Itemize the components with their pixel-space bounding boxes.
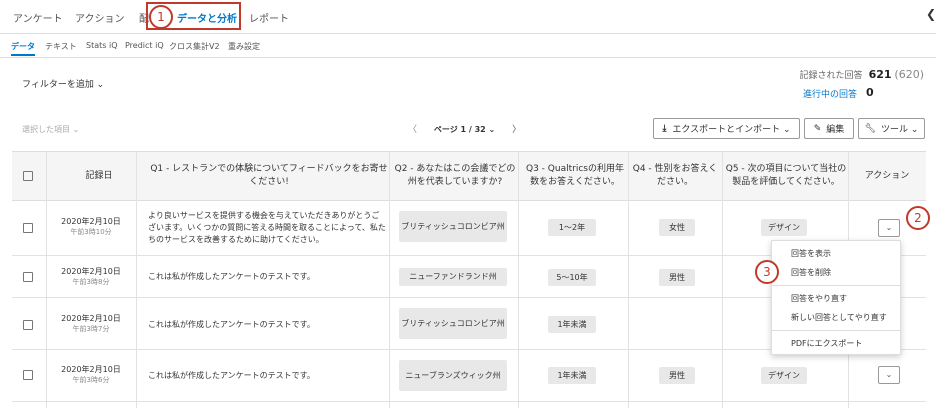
download-icon: ⤓ (662, 123, 667, 134)
col-q4[interactable]: Q4 - 性別をお答えください。 (632, 152, 718, 200)
recorded-total: (620) (894, 68, 924, 81)
menu-retake-as-new[interactable]: 新しい回答としてやり直す (791, 312, 887, 323)
tools-label: ツール ⌄ (881, 125, 919, 135)
export-import-button[interactable]: ⤓ エクスポートとインポート ⌄ (653, 118, 800, 139)
selected-items-dropdown[interactable]: 選択した項目 ⌄ (22, 124, 79, 135)
step-marker-1: 1 (149, 5, 173, 29)
table-header: 記録日 Q1 - レストランでの体験についてフィードバックをお寄せください! Q… (12, 151, 926, 201)
date-text: 2020年2月10日 (61, 314, 121, 323)
recorded-label: 記録された回答 (799, 71, 863, 81)
date-text: 2020年2月10日 (61, 217, 121, 226)
subtab-stats-iq[interactable]: Stats iQ (86, 41, 117, 50)
pencil-icon: ✎ (813, 123, 822, 134)
answer-pill: ブリティッシュコロンビア州 (399, 211, 507, 242)
edit-label: 編集 (826, 125, 845, 135)
col-q2[interactable]: Q2 - あなたはこの会議でどの州を代表していますか? (393, 152, 517, 200)
row-date: 2020年2月10日 午前3時8分 (46, 266, 136, 288)
row-action-menu: 回答を表示 回答を削除 回答をやり直す 新しい回答としてやり直す PDFにエクス… (771, 240, 901, 355)
subtab-data[interactable]: データ (11, 41, 35, 52)
col-q3[interactable]: Q3 - Qualtricsの利用年数をお答えください。 (522, 152, 628, 200)
row-q1: これは私が作成したアンケートのテストです。 (148, 371, 315, 380)
top-tab-bar: アンケート アクション 配 データと分析 レポート ❮ (0, 0, 936, 34)
tab-reports[interactable]: レポート (249, 10, 289, 25)
subtab-text[interactable]: テキスト (45, 41, 77, 52)
row-date: 2020年2月10日 午前3時6分 (46, 364, 136, 386)
tab-survey[interactable]: アンケート (13, 10, 63, 25)
row-q1: これは私が作成したアンケートのテストです。 (148, 272, 315, 281)
answer-pill: 1年未満 (548, 316, 596, 333)
row-date: 2020年2月10日 午前3時7分 (46, 313, 136, 335)
collapse-icon[interactable]: ❮ (926, 7, 936, 21)
answer-pill: 5～10年 (548, 269, 596, 286)
row-q1: これは私が作成したアンケートのテストです。 (148, 320, 315, 329)
answer-pill: デザイン (761, 219, 807, 236)
date-text: 2020年2月10日 (61, 365, 121, 374)
answer-pill: 女性 (659, 219, 695, 236)
answer-pill: ニューブランズウィック州 (399, 360, 507, 391)
wrench-icon: 🔧︎ (864, 123, 877, 134)
answer-pill: 1～2年 (548, 219, 596, 236)
col-q5[interactable]: Q5 - 次の項目について当社の製品を評価してください。 (724, 152, 848, 200)
answer-pill: 男性 (659, 269, 695, 286)
page-select[interactable]: ページ 1 / 32 ⌄ (434, 125, 495, 134)
row-date: 2020年2月10日 午前3時10分 (46, 216, 136, 238)
row-checkbox[interactable] (23, 320, 33, 330)
menu-view-response[interactable]: 回答を表示 (791, 248, 831, 259)
divider (0, 57, 936, 58)
row-action-dropdown[interactable]: ⌄ (878, 366, 900, 384)
tab-actions[interactable]: アクション (75, 10, 125, 25)
col-action: アクション (864, 170, 910, 181)
answer-pill: 男性 (659, 367, 695, 384)
date-text: 2020年2月10日 (61, 267, 121, 276)
recorded-count: 621 (868, 68, 892, 81)
subtab-weighting[interactable]: 重み設定 (228, 41, 260, 52)
prev-page-icon[interactable]: 〈 (408, 125, 417, 135)
menu-divider (772, 285, 900, 286)
select-all-checkbox[interactable] (23, 171, 33, 181)
next-page-icon[interactable]: 〉 (512, 125, 521, 135)
step-marker-3: 3 (755, 260, 779, 284)
row-checkbox[interactable] (23, 370, 33, 380)
menu-divider (772, 330, 900, 331)
col-q1[interactable]: Q1 - レストランでの体験についてフィードバックをお寄せください! (148, 152, 390, 200)
edit-button[interactable]: ✎ 編集 (804, 118, 854, 139)
row-checkbox[interactable] (23, 223, 33, 233)
col-date[interactable]: 記録日 (52, 152, 146, 200)
tools-button[interactable]: 🔧︎ ツール ⌄ (858, 118, 925, 139)
export-import-label: エクスポートとインポート ⌄ (672, 125, 791, 135)
step-marker-2: 2 (906, 206, 930, 230)
time-text: 午前3時10分 (70, 228, 112, 236)
time-text: 午前3時8分 (72, 278, 110, 286)
row-action-dropdown[interactable]: ⌄ (878, 219, 900, 237)
in-progress-link[interactable]: 進行中の回答 (803, 87, 857, 100)
time-text: 午前3時6分 (72, 376, 110, 384)
subtab-predict-iq[interactable]: Predict iQ (125, 41, 164, 50)
answer-pill: ニューファンドランド州 (399, 268, 507, 286)
menu-retake-response[interactable]: 回答をやり直す (791, 293, 847, 304)
answer-pill: ブリティッシュコロンビア州 (399, 308, 507, 339)
recorded-responses: 記録された回答 621 (620) (800, 68, 924, 81)
menu-delete-response[interactable]: 回答を削除 (791, 267, 831, 278)
subtab-crosstabs[interactable]: クロス集計V2 (169, 41, 220, 52)
in-progress-count: 0 (866, 86, 874, 99)
add-filter-button[interactable]: フィルターを追加 ⌄ (22, 77, 104, 90)
row-q1: より良いサービスを提供する機会を与えていただきありがとうございます。いくつかの質… (148, 211, 386, 244)
answer-pill: デザイン (761, 367, 807, 384)
answer-pill: 1年未満 (548, 367, 596, 384)
time-text: 午前3時7分 (72, 325, 110, 333)
row-checkbox[interactable] (23, 272, 33, 282)
menu-export-pdf[interactable]: PDFにエクスポート (791, 338, 862, 349)
active-subtab-underline (11, 54, 35, 56)
pagination: 〈 ページ 1 / 32 ⌄ 〉 (408, 122, 521, 135)
